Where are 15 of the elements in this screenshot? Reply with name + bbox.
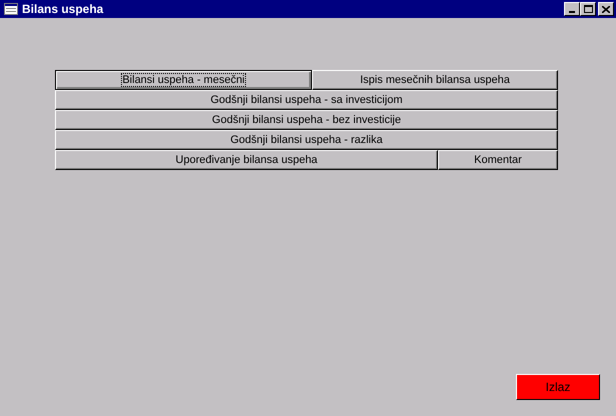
minimize-button[interactable] — [564, 2, 580, 16]
menu-button[interactable]: Bilansi uspeha - mesečni — [55, 70, 312, 90]
menu-button[interactable]: Godšnji bilansi uspeha - bez investicije — [55, 110, 558, 130]
maximize-button[interactable] — [580, 2, 596, 16]
window-title: Bilans uspeha — [22, 2, 104, 16]
menu-button[interactable]: Godšnji bilansi uspeha - sa investicijom — [55, 90, 558, 110]
menu-button[interactable]: Komentar — [438, 150, 558, 170]
menu-button[interactable]: Upoređivanje bilansa uspeha — [55, 150, 438, 170]
close-icon — [602, 6, 610, 12]
exit-button[interactable]: Izlaz — [516, 374, 600, 400]
close-button[interactable] — [598, 2, 614, 16]
menu-button[interactable]: Ispis mesečnih bilansa uspeha — [312, 70, 558, 90]
form-icon — [4, 3, 18, 15]
menu-button[interactable]: Godšnji bilansi uspeha - razlika — [55, 130, 558, 150]
maximize-icon — [584, 5, 592, 13]
